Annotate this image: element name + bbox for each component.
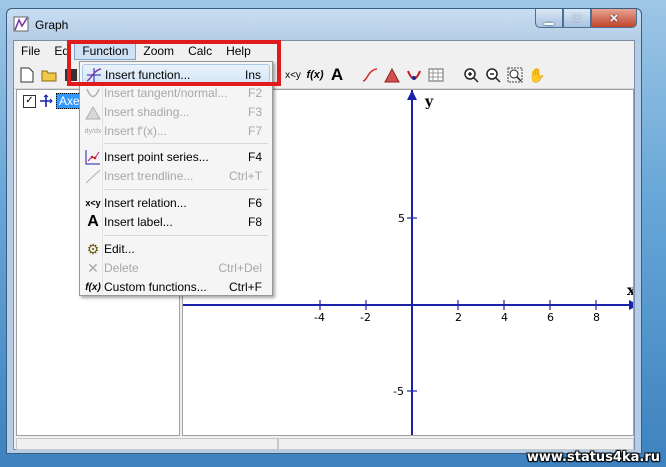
- y-tick-label: 5: [398, 212, 405, 225]
- close-button[interactable]: ✕: [591, 9, 637, 28]
- insert-shading-toolbar-button[interactable]: [383, 66, 401, 84]
- derivative-icon: dy/dx: [84, 127, 102, 135]
- menu-item-label: Custom functions...: [104, 280, 207, 294]
- menu-item-label: Insert relation...: [104, 196, 187, 210]
- maximize-button[interactable]: □: [563, 9, 591, 28]
- new-file-icon: [20, 67, 34, 83]
- table-toolbar-button[interactable]: [427, 66, 445, 84]
- relation-icon: x<y: [85, 198, 101, 208]
- y-axis-arrow-icon: [407, 90, 417, 100]
- zoom-out-icon: [486, 68, 501, 83]
- shading-icon: [85, 104, 101, 120]
- y-tick-label: -5: [393, 385, 404, 398]
- status-cell-1: [16, 438, 278, 450]
- menu-separator: [104, 235, 268, 236]
- title-bar[interactable]: Graph ▁ □ ✕: [7, 9, 641, 39]
- minimize-icon: ▁: [544, 12, 554, 25]
- highlight-annotation-box: [67, 40, 281, 86]
- tangent-icon: [85, 85, 101, 101]
- x-tick-label: 6: [547, 311, 554, 324]
- custom-functions-icon: f(x): [85, 281, 101, 293]
- menu-item-insert-point-series[interactable]: Insert point series... F4: [82, 147, 270, 167]
- axes-icon: [40, 94, 53, 107]
- x-tick-label: 2: [455, 311, 462, 324]
- menu-item-custom-functions[interactable]: f(x) Custom functions... Ctrl+F: [82, 277, 270, 297]
- graph-app-icon: [13, 16, 29, 32]
- relation-toolbar-text: x<y: [285, 69, 301, 81]
- menu-item-shortcut: F6: [247, 196, 262, 210]
- menu-item-insert-label[interactable]: A Insert label... F8: [82, 212, 270, 232]
- tangent-icon: [407, 70, 421, 80]
- delete-icon: ✕: [87, 259, 99, 276]
- menu-item-shortcut: Ctrl+T: [229, 169, 262, 183]
- menu-item-label: Insert label...: [104, 215, 173, 229]
- menu-item-insert-tangent: Insert tangent/normal... F2: [82, 83, 270, 103]
- menu-item-label: Insert shading...: [104, 105, 190, 119]
- x-tick-label: 4: [501, 311, 508, 324]
- menu-item-shortcut: F7: [247, 124, 262, 138]
- point-series-icon: [85, 149, 101, 165]
- insert-tangent-toolbar-button[interactable]: [405, 66, 423, 84]
- status-cell-2: [278, 438, 634, 450]
- menu-item-shortcut: Ctrl+F: [229, 280, 262, 294]
- menu-item-shortcut: Ctrl+Del: [218, 261, 262, 275]
- menu-item-shortcut: F2: [247, 86, 262, 100]
- menu-item-shortcut: F4: [247, 150, 262, 164]
- menu-item-label: Insert tangent/normal...: [104, 86, 228, 100]
- menu-file[interactable]: File: [14, 42, 47, 60]
- menu-item-insert-derivative: dy/dx Insert f'(x)... F7: [82, 121, 270, 141]
- pan-hand-button[interactable]: ✋: [528, 66, 546, 84]
- maximize-icon: □: [573, 12, 581, 24]
- menu-separator: [104, 143, 268, 144]
- zoom-out-button[interactable]: [484, 66, 502, 84]
- new-file-button[interactable]: [18, 66, 36, 84]
- insert-function-toolbar-button[interactable]: f(x): [306, 66, 324, 84]
- menu-item-shortcut: F3: [247, 105, 262, 119]
- window-title: Graph: [35, 18, 69, 32]
- menu-item-insert-trendline: Insert trendline... Ctrl+T: [82, 166, 270, 186]
- menu-item-label: Insert trendline...: [104, 169, 194, 183]
- status-bar: [14, 438, 634, 450]
- y-axis-label: y: [424, 94, 434, 110]
- zoom-window-icon: [507, 67, 523, 83]
- x-axis-label: x: [627, 283, 634, 299]
- open-file-button[interactable]: [40, 66, 58, 84]
- menu-item-shortcut: F8: [247, 215, 262, 229]
- zoom-in-icon: [464, 68, 479, 83]
- edit-gears-icon: ⚙: [86, 240, 100, 257]
- menu-item-delete: ✕ Delete Ctrl+Del: [82, 258, 270, 278]
- open-folder-icon: [41, 70, 57, 82]
- x-axis-arrow-icon: [629, 300, 633, 310]
- x-tick-label: -2: [360, 311, 371, 324]
- function-toolbar-text: f(x): [306, 69, 324, 81]
- hand-icon: ✋: [528, 66, 546, 83]
- axes-checkbox[interactable]: ✓: [23, 94, 36, 108]
- x-tick-label: -4: [314, 311, 325, 324]
- zoom-in-button[interactable]: [462, 66, 480, 84]
- menu-item-label: Delete: [104, 261, 139, 275]
- menu-item-insert-relation[interactable]: x<y Insert relation... F6: [82, 193, 270, 213]
- menu-item-label: Insert f'(x)...: [104, 124, 167, 138]
- close-icon: ✕: [609, 12, 619, 25]
- shading-icon: [384, 67, 400, 83]
- label-icon: A: [87, 213, 99, 230]
- caption-buttons: ▁ □ ✕: [535, 9, 637, 29]
- insert-trendline-toolbar-button[interactable]: [361, 66, 379, 84]
- minimize-button[interactable]: ▁: [535, 9, 563, 28]
- insert-relation-toolbar-button[interactable]: x<y: [284, 66, 302, 84]
- x-tick-label: 8: [593, 311, 600, 324]
- label-toolbar-text: A: [330, 65, 344, 84]
- menu-item-label: Edit...: [104, 242, 135, 256]
- insert-label-toolbar-button[interactable]: A: [328, 65, 346, 84]
- menu-item-label: Insert point series...: [104, 150, 209, 164]
- trendline-icon: [85, 168, 101, 184]
- menu-item-insert-shading: Insert shading... F3: [82, 102, 270, 122]
- watermark: www.status4ka.ru: [526, 450, 660, 465]
- zoom-window-button[interactable]: [506, 66, 524, 84]
- menu-item-edit[interactable]: ⚙ Edit...: [82, 239, 270, 259]
- function-menu-dropdown: Insert function... Ins Insert tangent/no…: [79, 61, 273, 296]
- curve-icon: [362, 68, 378, 82]
- table-icon: [428, 68, 444, 82]
- menu-separator: [104, 189, 268, 190]
